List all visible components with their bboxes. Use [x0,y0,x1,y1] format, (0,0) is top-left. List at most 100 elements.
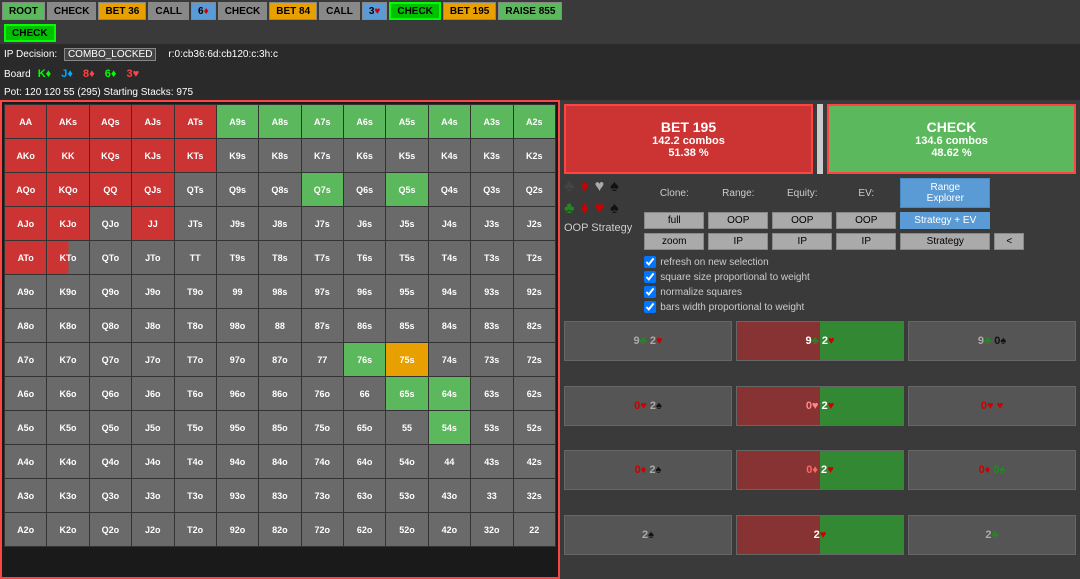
matrix-cell[interactable]: J2o [132,513,174,547]
matrix-cell[interactable]: 33 [471,479,513,513]
matrix-cell[interactable]: QQ [89,173,131,207]
matrix-cell[interactable]: A5s [386,105,428,139]
matrix-cell[interactable]: 43s [471,445,513,479]
matrix-cell[interactable]: 98o [216,309,258,343]
matrix-cell[interactable]: 86s [344,309,386,343]
matrix-cell[interactable]: T5s [386,241,428,275]
zoom-button[interactable]: zoom [644,233,704,250]
matrix-cell[interactable]: Q3s [471,173,513,207]
matrix-cell[interactable]: Q8s [259,173,301,207]
matrix-cell[interactable]: AQs [89,105,131,139]
matrix-cell[interactable]: Q9s [216,173,258,207]
check-action-button[interactable]: CHECK [4,24,56,42]
card-cell-6[interactable]: 0♥ ♥ [908,386,1076,426]
matrix-cell[interactable]: 52o [386,513,428,547]
matrix-cell[interactable]: Q4s [428,173,470,207]
matrix-cell[interactable]: 99 [216,275,258,309]
call1-button[interactable]: CALL [148,2,189,20]
matrix-cell[interactable]: J3s [471,207,513,241]
matrix-cell[interactable]: 43o [428,479,470,513]
matrix-cell[interactable]: K4s [428,139,470,173]
matrix-cell[interactable]: AKo [5,139,47,173]
matrix-cell[interactable]: Q9o [89,275,131,309]
matrix-cell[interactable]: T8s [259,241,301,275]
matrix-cell[interactable]: 73s [471,343,513,377]
matrix-cell[interactable]: 92s [513,275,556,309]
matrix-cell[interactable]: KK [47,139,89,173]
matrix-cell[interactable]: 86o [259,377,301,411]
matrix-cell[interactable]: 64o [344,445,386,479]
matrix-cell[interactable]: A9o [5,275,47,309]
matrix-cell[interactable]: Q7o [89,343,131,377]
matrix-cell[interactable]: 87s [301,309,343,343]
matrix-cell[interactable]: T3s [471,241,513,275]
matrix-cell[interactable]: J4s [428,207,470,241]
matrix-cell[interactable]: 76o [301,377,343,411]
card-cell-3[interactable]: 9♣ 0♠ [908,321,1076,361]
matrix-cell[interactable]: 93o [216,479,258,513]
matrix-cell[interactable]: 97o [216,343,258,377]
diamond-red2-icon[interactable]: ♦ [581,200,589,218]
matrix-cell[interactable]: A2s [513,105,556,139]
matrix-cell[interactable]: A5o [5,411,47,445]
matrix-cell[interactable]: J8o [132,309,174,343]
matrix-cell[interactable]: 72o [301,513,343,547]
check1-button[interactable]: CHECK [47,2,97,20]
ip1-button[interactable]: IP [708,233,768,250]
matrix-cell[interactable]: 83s [471,309,513,343]
card-cell-10[interactable]: 2♠ [564,515,732,555]
matrix-cell[interactable]: 52s [513,411,556,445]
matrix-cell[interactable]: 94o [216,445,258,479]
matrix-cell[interactable]: 55 [386,411,428,445]
matrix-cell[interactable]: 64s [428,377,470,411]
oop2-button[interactable]: OOP [772,212,832,229]
matrix-cell[interactable]: A7o [5,343,47,377]
matrix-cell[interactable]: K6s [344,139,386,173]
matrix-cell[interactable]: A6s [344,105,386,139]
matrix-cell[interactable]: 88 [259,309,301,343]
bet195-action-box[interactable]: BET 195 142.2 combos 51.38 % [564,104,813,174]
matrix-cell[interactable]: 63o [344,479,386,513]
3h-button[interactable]: 3♥ [362,2,388,20]
matrix-cell[interactable]: 85o [259,411,301,445]
matrix-cell[interactable]: K7o [47,343,89,377]
matrix-cell[interactable]: A2o [5,513,47,547]
matrix-cell[interactable]: A4s [428,105,470,139]
matrix-cell[interactable]: T8o [174,309,216,343]
matrix-cell[interactable]: T4s [428,241,470,275]
matrix-cell[interactable]: 54o [386,445,428,479]
card-cell-4[interactable]: 0♥ 2♠ [564,386,732,426]
bet36-button[interactable]: BET 36 [98,2,146,20]
card-cell-1[interactable]: 9♣ 2♥ [564,321,732,361]
matrix-cell[interactable]: QTs [174,173,216,207]
matrix-cell[interactable]: 22 [513,513,556,547]
matrix-cell[interactable]: JTs [174,207,216,241]
spade-black2-icon[interactable]: ♠ [610,200,619,218]
matrix-cell[interactable]: 74o [301,445,343,479]
matrix-cell[interactable]: 97s [301,275,343,309]
matrix-cell[interactable]: A3s [471,105,513,139]
matrix-cell[interactable]: T2o [174,513,216,547]
matrix-cell[interactable]: 53s [471,411,513,445]
matrix-cell[interactable]: J3o [132,479,174,513]
matrix-cell[interactable]: 62s [513,377,556,411]
matrix-cell[interactable]: KTo [47,241,89,275]
matrix-cell[interactable]: J5o [132,411,174,445]
matrix-cell[interactable]: 63s [471,377,513,411]
refresh-checkbox[interactable] [644,256,656,268]
matrix-cell[interactable]: J8s [259,207,301,241]
matrix-cell[interactable]: J7s [301,207,343,241]
matrix-cell[interactable]: T7o [174,343,216,377]
card-cell-5[interactable]: 0♥ 2♥ [736,386,904,426]
matrix-cell[interactable]: JTo [132,241,174,275]
matrix-cell[interactable]: K7s [301,139,343,173]
matrix-cell[interactable]: 85s [386,309,428,343]
matrix-cell[interactable]: A8o [5,309,47,343]
ip3-button[interactable]: IP [836,233,896,250]
oop1-button[interactable]: OOP [708,212,768,229]
matrix-cell[interactable]: 84o [259,445,301,479]
matrix-cell[interactable]: T5o [174,411,216,445]
matrix-cell[interactable]: AJs [132,105,174,139]
matrix-cell[interactable]: 32s [513,479,556,513]
matrix-cell[interactable]: T6s [344,241,386,275]
